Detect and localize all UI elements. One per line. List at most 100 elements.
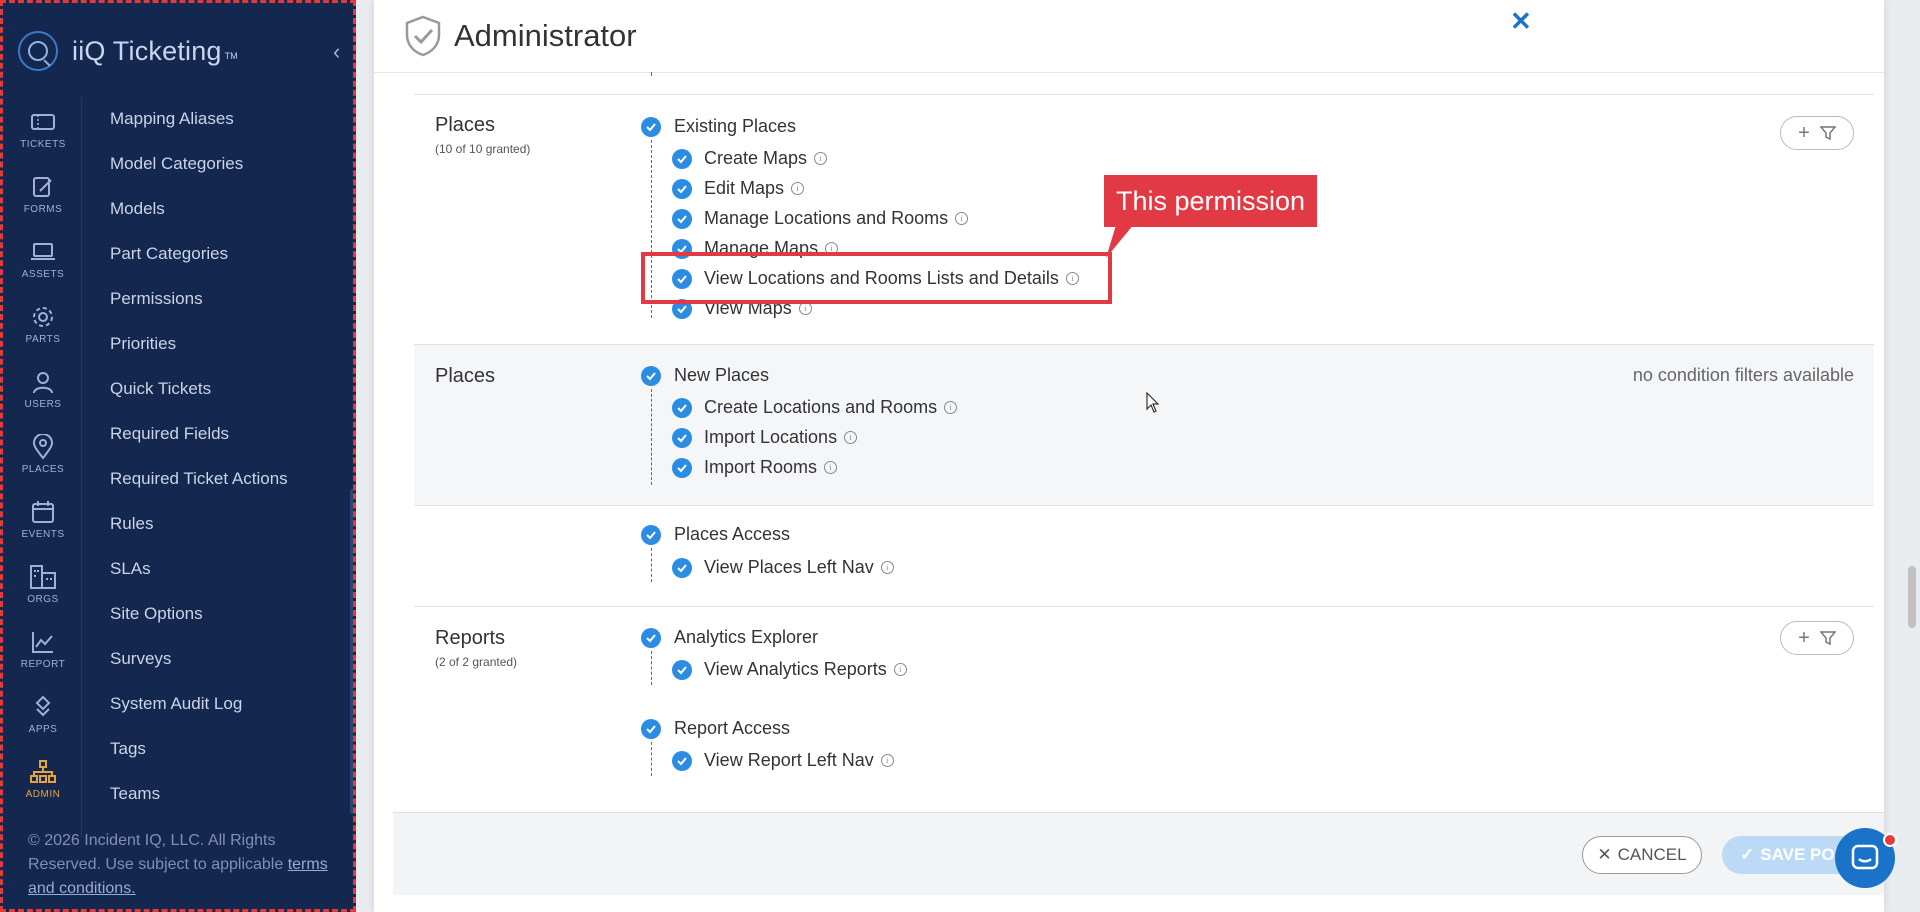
trademark: TM bbox=[224, 51, 238, 61]
info-icon[interactable]: i bbox=[880, 561, 894, 574]
modal-scrollbar[interactable] bbox=[1908, 566, 1916, 628]
permission-item[interactable]: View Places Left Nav i bbox=[672, 557, 894, 578]
calendar-icon bbox=[30, 499, 56, 525]
check-circle-icon bbox=[672, 397, 692, 418]
rail-label: PARTS bbox=[25, 334, 61, 345]
permission-item[interactable]: Import Rooms i bbox=[672, 457, 838, 478]
close-modal-button[interactable]: ✕ bbox=[1510, 6, 1532, 37]
menu-item-permissions[interactable]: Permissions bbox=[110, 281, 350, 326]
menu-item-model-categories[interactable]: Model Categories bbox=[110, 146, 350, 191]
menu-item-part-categories[interactable]: Part Categories bbox=[110, 236, 350, 281]
permission-item[interactable]: View Report Left Nav i bbox=[672, 750, 894, 771]
chart-icon bbox=[30, 629, 56, 655]
menu-item-slas[interactable]: SLAs bbox=[110, 551, 350, 596]
rail-item-parts[interactable]: PARTS bbox=[6, 292, 80, 357]
check-circle-icon bbox=[641, 627, 661, 648]
permission-group[interactable]: Existing Places bbox=[641, 116, 796, 137]
notification-dot bbox=[1883, 833, 1897, 847]
brand[interactable]: iiQ Ticketing TM bbox=[18, 29, 238, 73]
permission-group[interactable]: Analytics Explorer bbox=[641, 627, 818, 648]
forms-icon bbox=[30, 174, 56, 200]
permission-group[interactable]: Places Access bbox=[641, 524, 790, 545]
menu-item-surveys[interactable]: Surveys bbox=[110, 641, 350, 686]
permission-group[interactable]: New Places bbox=[641, 365, 769, 386]
info-icon[interactable]: i bbox=[824, 461, 838, 474]
rail-item-report[interactable]: REPORT bbox=[6, 617, 80, 682]
check-circle-icon bbox=[641, 116, 661, 137]
cancel-label: CANCEL bbox=[1617, 845, 1687, 864]
section-previous bbox=[414, 72, 1874, 95]
check-circle-icon bbox=[672, 750, 692, 771]
info-icon[interactable]: i bbox=[844, 431, 858, 444]
permission-item[interactable]: Create Maps i bbox=[672, 148, 828, 169]
info-icon[interactable]: i bbox=[955, 212, 969, 225]
menu-item-required-ticket-actions[interactable]: Required Ticket Actions bbox=[110, 461, 350, 506]
rail-label: TICKETS bbox=[20, 139, 66, 150]
add-filter-button[interactable]: + bbox=[1780, 116, 1854, 150]
group-name: Existing Places bbox=[674, 116, 797, 136]
menu-item-system-audit-log[interactable]: System Audit Log bbox=[110, 686, 350, 731]
info-icon[interactable]: i bbox=[814, 152, 828, 165]
rail-item-tickets[interactable]: TICKETS bbox=[6, 97, 80, 162]
check-icon: ✓ bbox=[1740, 845, 1755, 864]
rail-item-orgs[interactable]: ORGS bbox=[6, 552, 80, 617]
section-places-access: Places Access View Places Left Nav i bbox=[414, 506, 1874, 607]
icon-rail: TICKETS FORMS ASSETS PARTS USERS PLACES … bbox=[6, 97, 80, 812]
modal-title: Administrator bbox=[454, 18, 637, 53]
add-filter-button[interactable]: + bbox=[1780, 621, 1854, 655]
sidebar-footer: © 2026 Incident IQ, LLC. All Rights Rese… bbox=[28, 829, 348, 901]
permission-item[interactable]: Import Locations i bbox=[672, 427, 858, 448]
rail-item-forms[interactable]: FORMS bbox=[6, 162, 80, 227]
info-icon[interactable]: i bbox=[944, 401, 958, 414]
menu-item-required-fields[interactable]: Required Fields bbox=[110, 416, 350, 461]
section-granted-count: (10 of 10 granted) bbox=[435, 142, 531, 156]
info-icon[interactable]: i bbox=[880, 754, 894, 767]
tree-connector bbox=[651, 548, 652, 582]
tree-connector bbox=[651, 651, 652, 685]
rail-item-admin[interactable]: ADMIN bbox=[6, 747, 80, 812]
menu-item-priorities[interactable]: Priorities bbox=[110, 326, 350, 371]
permission-item[interactable]: Edit Maps i bbox=[672, 178, 805, 199]
info-icon[interactable]: i bbox=[893, 663, 907, 676]
rail-item-apps[interactable]: APPS bbox=[6, 682, 80, 747]
menu-item-quick-tickets[interactable]: Quick Tickets bbox=[110, 371, 350, 416]
rail-label: ADMIN bbox=[25, 789, 61, 800]
no-filters-note: no condition filters available bbox=[1632, 365, 1854, 385]
permission-group[interactable]: Report Access bbox=[641, 718, 790, 739]
menu-item-tags[interactable]: Tags bbox=[110, 731, 350, 776]
rail-item-places[interactable]: PLACES bbox=[6, 422, 80, 487]
save-label: SAVE POL bbox=[1760, 845, 1845, 864]
permission-name: View Places Left Nav bbox=[704, 557, 874, 577]
rail-label: FORMS bbox=[23, 204, 63, 215]
permission-item[interactable]: Manage Locations and Rooms i bbox=[672, 208, 969, 229]
permission-item[interactable]: Create Locations and Rooms i bbox=[672, 397, 958, 418]
cancel-button[interactable]: ✕ CANCEL bbox=[1582, 836, 1702, 874]
rail-item-events[interactable]: EVENTS bbox=[6, 487, 80, 552]
info-icon[interactable]: i bbox=[791, 182, 805, 195]
check-circle-icon bbox=[672, 557, 692, 578]
group-name: New Places bbox=[674, 365, 770, 385]
menu-item-mapping-aliases[interactable]: Mapping Aliases bbox=[110, 101, 350, 146]
check-circle-icon bbox=[672, 178, 692, 199]
sidebar-scrollbar[interactable] bbox=[350, 489, 353, 814]
laptop-icon bbox=[30, 239, 56, 265]
menu-item-rules[interactable]: Rules bbox=[110, 506, 350, 551]
rail-item-users[interactable]: USERS bbox=[6, 357, 80, 422]
permission-name: Create Maps bbox=[704, 148, 808, 168]
app-sidebar: iiQ Ticketing TM ‹ TICKETS FORMS ASSETS bbox=[0, 0, 356, 912]
rail-label: EVENTS bbox=[21, 529, 65, 540]
menu-item-site-options[interactable]: Site Options bbox=[110, 596, 350, 641]
org-grid-icon bbox=[30, 564, 56, 590]
group-name: Report Access bbox=[674, 718, 791, 738]
check-circle-icon bbox=[672, 457, 692, 478]
permission-item[interactable]: View Analytics Reports i bbox=[672, 659, 907, 680]
menu-item-models[interactable]: Models bbox=[110, 191, 350, 236]
group-name: Places Access bbox=[674, 524, 791, 544]
collapse-sidebar-button[interactable]: ‹ bbox=[333, 41, 340, 63]
permission-name: Manage Locations and Rooms bbox=[704, 208, 949, 228]
rail-label: ASSETS bbox=[21, 269, 65, 280]
menu-item-teams[interactable]: Teams bbox=[110, 776, 350, 821]
rail-item-assets[interactable]: ASSETS bbox=[6, 227, 80, 292]
check-circle-icon bbox=[641, 365, 661, 386]
section-title: Places bbox=[435, 365, 496, 387]
